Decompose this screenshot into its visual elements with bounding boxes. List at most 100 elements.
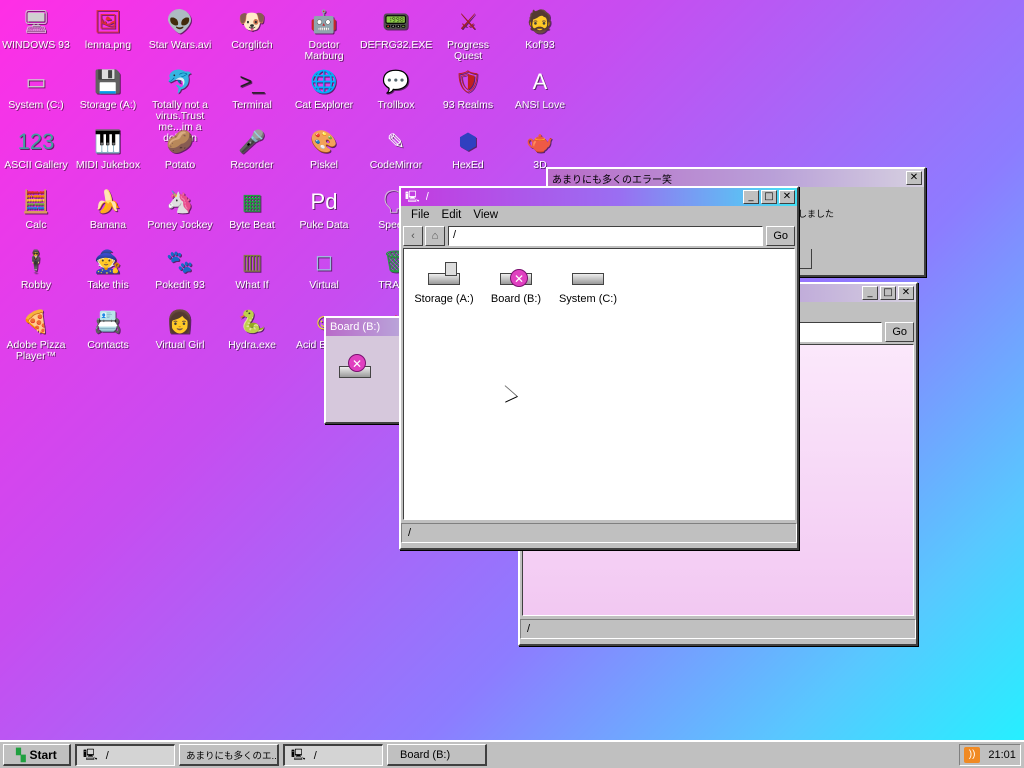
explorer-titlebar[interactable]: 🖳 / _ □ ✕ [401, 188, 797, 206]
desktop-icon[interactable]: 💬 Trollbox [360, 66, 432, 111]
desktop-icon[interactable]: 🐍 Hydra.exe [216, 306, 288, 351]
desktop-icon-label: Puke Data [299, 219, 349, 231]
computer-icon: 🖳 [291, 749, 306, 761]
desktop-icon-label: Doctor Marburg [304, 39, 344, 62]
desktop-icon[interactable]: 🧮 Calc [0, 186, 72, 231]
desktop-icon[interactable]: ✎ CodeMirror [360, 126, 432, 171]
minimize-icon[interactable]: _ [743, 190, 759, 204]
defrag-icon: 📟 [382, 9, 410, 34]
explorer-statusbar: / [401, 523, 797, 543]
desktop-icon-label: Potato [164, 159, 196, 171]
desktop-icon[interactable]: 📇 Contacts [72, 306, 144, 351]
desktop-icon[interactable]: ▦ Byte Beat [216, 186, 288, 231]
taskbar-item-board[interactable]: Board (B:) [387, 744, 487, 766]
desktop-icon[interactable]: 🌐 Cat Explorer [288, 66, 360, 111]
desktop-icon[interactable]: >_ Terminal [216, 66, 288, 111]
stick-figure-icon: 🕴 [22, 249, 50, 274]
explorer-title: / [425, 191, 429, 203]
file-item-system[interactable]: System (C:) [552, 259, 624, 305]
back-explorer-go-button[interactable]: Go [885, 322, 914, 342]
go-button[interactable]: Go [766, 226, 795, 246]
desktop-icon[interactable]: 🦄 Poney Jockey [144, 186, 216, 231]
dolphin-icon: 🐬 [166, 69, 194, 94]
start-button[interactable]: ▚ Start [3, 744, 71, 766]
desktop-icon[interactable]: ▭ System (C:) [0, 66, 72, 111]
close-icon[interactable]: ✕ [906, 171, 922, 185]
file-item-board[interactable]: ✕ Board (B:) [480, 259, 552, 305]
taskbar-item-explorer-2[interactable]: 🖳 / [283, 744, 383, 766]
desktop-icon[interactable]: 🍌 Banana [72, 186, 144, 231]
desktop-icon-label: MIDI Jukebox [75, 159, 141, 171]
address-input[interactable]: / [448, 226, 764, 246]
home-icon[interactable]: ⌂ [425, 226, 445, 246]
desktop-icon[interactable]: 👩 Virtual Girl [144, 306, 216, 351]
desktop-icon-label: Corglitch [231, 39, 273, 51]
teapot-icon: 🫖 [526, 129, 554, 154]
desktop-icon[interactable]: 🎤 Recorder [216, 126, 288, 171]
desktop-icon[interactable]: 🐶 Corglitch [216, 6, 288, 51]
banana-icon: 🍌 [94, 189, 122, 214]
file-item-label: System (C:) [558, 293, 618, 305]
menu-view[interactable]: View [467, 209, 504, 221]
explorer-menubar: File Edit View [401, 206, 797, 224]
desktop-icon-label: System (C:) [8, 99, 64, 111]
desktop-icon[interactable]: 🤖 Doctor Marburg [288, 6, 360, 62]
taskbar-item-label: / [313, 749, 317, 762]
desktop-icon[interactable]: ◻ Virtual [288, 246, 360, 291]
desktop-icon[interactable]: 123 ASCII Gallery [0, 126, 72, 171]
desktop-icon[interactable]: 🧙 Take this [72, 246, 144, 291]
desktop-icon-label: Calc [25, 219, 47, 231]
desktop-icon[interactable]: 📟 DEFRG32.EXE [360, 6, 432, 51]
error-dialog-titlebar[interactable]: あまりにも多くのエラー笑 ✕ [548, 169, 924, 187]
desktop-icon[interactable]: Pd Puke Data [288, 186, 360, 231]
maximize-icon[interactable]: □ [761, 190, 777, 204]
file-item-storage[interactable]: Storage (A:) [408, 259, 480, 305]
close-icon[interactable]: ✕ [898, 286, 914, 300]
desktop-icon-label: Virtual Girl [155, 339, 205, 351]
desktop-icon[interactable]: 🫖 3D [504, 126, 576, 171]
desktop-icon[interactable]: 🛡 93 Realms [432, 66, 504, 111]
whatif-icon: ▥ [241, 249, 263, 274]
cube-icon: ⬢ [458, 129, 478, 154]
desktop-icon[interactable]: 🖥 WINDOWS 93 [0, 6, 72, 51]
menu-file[interactable]: File [405, 209, 436, 221]
face-icon: 👩 [166, 309, 194, 334]
taskbar-item-explorer-1[interactable]: 🖳 / [75, 744, 175, 766]
desktop-icon[interactable]: 🎨 Piskel [288, 126, 360, 171]
desktop-icon[interactable]: ▥ What If [216, 246, 288, 291]
maximize-icon[interactable]: □ [880, 286, 896, 300]
minimize-icon[interactable]: _ [862, 286, 878, 300]
calculator-icon: 🧮 [22, 189, 50, 214]
desktop-icon-label: Star Wars.avi [148, 39, 212, 51]
desktop-icon-label: Terminal [232, 99, 272, 111]
desktop-icon[interactable]: A ANSI Love [504, 66, 576, 111]
desktop-icon[interactable]: 🐾 Pokedit 93 [144, 246, 216, 291]
desktop-icon[interactable]: ⬢ HexEd [432, 126, 504, 171]
desktop-icon-label: HexEd [452, 159, 484, 171]
taskbar-item-error[interactable]: あまりにも多くのエ... [179, 744, 279, 766]
desktop-icon[interactable]: 🕴 Robby [0, 246, 72, 291]
error-dialog-ok-button[interactable] [798, 249, 812, 269]
desktop-icon[interactable]: 👽 Star Wars.avi [144, 6, 216, 51]
desktop-icon[interactable]: 🎹 MIDI Jukebox [72, 126, 144, 171]
bytebeat-icon: ▦ [241, 189, 263, 214]
desktop-icon-label: lenna.png [84, 39, 132, 51]
taskbar: ▚ Start 🖳 / あまりにも多くのエ... 🖳 / Board (B:) … [0, 740, 1024, 768]
rss-icon[interactable]: )) [964, 747, 981, 763]
explorer-content[interactable]: Storage (A:) ✕ Board (B:) System (C:) [403, 248, 795, 520]
board-drive-icon[interactable]: ✕ [338, 354, 372, 382]
desktop-icon[interactable]: 🍕 Adobe Pizza Player™ [0, 306, 72, 362]
back-button[interactable]: ‹ [403, 226, 423, 246]
desktop-icon[interactable]: 🥔 Potato [144, 126, 216, 171]
desktop-icon[interactable]: ⚔ Progress Quest [432, 6, 504, 62]
desktop-icon[interactable]: 🧔 Kof'93 [504, 6, 576, 51]
desktop-icon[interactable]: 🖼 lenna.png [72, 6, 144, 51]
hard-drive-icon: ▭ [25, 69, 47, 94]
desktop-icon-label: Adobe Pizza Player™ [6, 339, 66, 362]
close-icon[interactable]: ✕ [779, 190, 795, 204]
desktop-icon[interactable]: 💾 Storage (A:) [72, 66, 144, 111]
explorer-window[interactable]: 🖳 / _ □ ✕ File Edit View ‹ ⌂ / Go Storag… [399, 186, 799, 550]
menu-edit[interactable]: Edit [436, 209, 468, 221]
desktop-icon-label: Virtual [309, 279, 339, 291]
contacts-icon: 📇 [94, 309, 122, 334]
